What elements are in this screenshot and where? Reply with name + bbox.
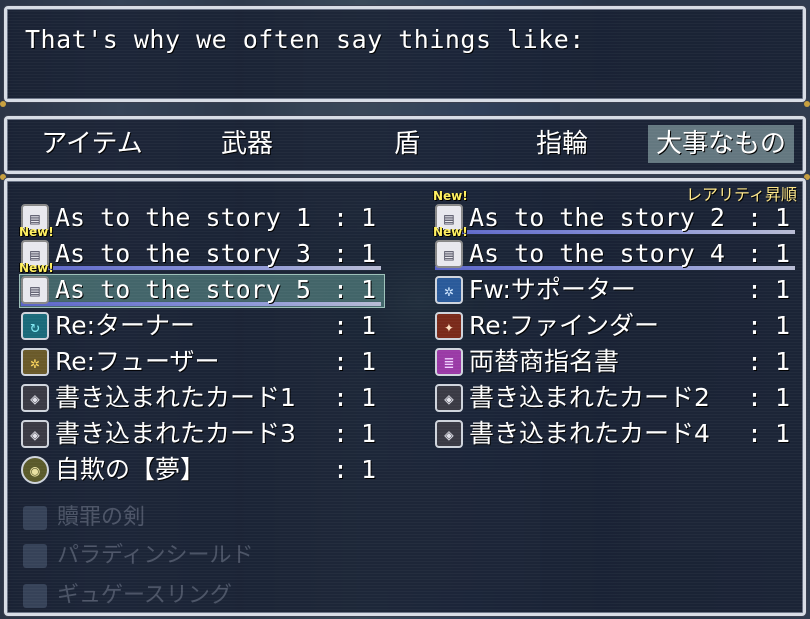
item-name: 書き込まれたカード3 [55,419,296,448]
item-name: Re:フューザー [55,347,220,376]
eye-icon: ◉ [21,456,49,484]
background-menu-entry: 贖罪の剣 [23,499,145,531]
card-icon: ◈ [435,420,463,448]
item-count: 1 [361,239,377,268]
list-item[interactable]: ≣ 両替商指名書:1 [435,345,803,379]
tab-ring[interactable]: 指輪 [497,125,627,163]
item-count: 1 [361,275,377,304]
item-name: 書き込まれたカード2 [469,383,710,412]
tab-shield[interactable]: 盾 [347,125,467,163]
item-count: 1 [361,347,377,376]
item-list-window: レアリティ昇順 ▤ As to the story 1:1 ▤ New! As to t… [4,178,806,616]
list-item[interactable]: ▤ New! As to the story 2:1 [433,189,803,235]
list-item[interactable]: ▤ New! As to the story 5:1 [19,261,389,308]
tab-weapon[interactable]: 武器 [182,125,312,163]
item-name: As to the story 3 [55,239,311,268]
list-item[interactable]: ↻ Re:ターナー:1 [21,309,389,343]
tab-item[interactable]: アイテム [17,125,167,163]
item-name: 両替商指名書 [469,347,620,376]
list-item[interactable]: ◈ 書き込まれたカード1:1 [21,381,389,415]
list-item[interactable]: ◈ 書き込まれたカード3:1 [21,417,389,451]
new-badge: New! [19,261,54,275]
item-count: 1 [361,455,377,484]
beast-icon: ✦ [435,312,463,340]
item-name: As to the story 4 [469,239,725,268]
count-separator: : [333,383,349,412]
list-item[interactable]: ▤ As to the story 1:1 [21,201,389,235]
item-name: 自欺の【夢】 [55,455,206,484]
item-count: 1 [361,419,377,448]
cycle-icon: ↻ [21,312,49,340]
scroll-icon: ≣ [435,348,463,376]
item-count: 1 [361,383,377,412]
count-separator: : [747,239,763,268]
card-icon: ◈ [21,384,49,412]
count-separator: : [333,455,349,484]
item-name: Re:ファインダー [469,311,660,340]
list-item[interactable]: ◈ 書き込まれたカード2:1 [435,381,803,415]
count-separator: : [747,275,763,304]
count-separator: : [333,203,349,232]
list-item[interactable]: ◉ 自欺の【夢】:1 [21,453,389,487]
new-badge: New! [433,225,468,239]
item-count: 1 [775,419,791,448]
count-separator: : [333,347,349,376]
count-separator: : [333,275,349,304]
tab-key-items[interactable]: 大事なもの [648,125,794,163]
count-separator: : [333,419,349,448]
item-count: 1 [361,203,377,232]
gear-gold-icon: ✲ [21,348,49,376]
message-text: That's why we often say things like: [25,25,585,54]
count-separator: : [747,347,763,376]
new-badge: New! [433,189,468,203]
book-icon: ▤ [435,240,463,268]
count-separator: : [333,239,349,268]
list-item[interactable]: ✲ Re:フューザー:1 [21,345,389,379]
item-count: 1 [775,239,791,268]
item-count: 1 [775,383,791,412]
count-separator: : [747,419,763,448]
category-window: アイテム 武器 盾 指輪 大事なもの [4,116,806,174]
item-name: As to the story 5 [55,275,311,304]
item-name: Re:ターナー [55,311,196,340]
item-count: 1 [775,347,791,376]
item-count: 1 [775,311,791,340]
item-count: 1 [361,311,377,340]
count-separator: : [747,383,763,412]
card-icon: ◈ [21,420,49,448]
item-count: 1 [775,275,791,304]
item-name: As to the story 2 [469,203,725,232]
card-icon: ◈ [435,384,463,412]
item-count: 1 [775,203,791,232]
item-name: Fw:サポーター [469,275,636,304]
message-window: That's why we often say things like: [4,6,806,102]
item-name: 書き込まれたカード1 [55,383,296,412]
list-item[interactable]: ◈ 書き込まれたカード4:1 [435,417,803,451]
item-name: As to the story 1 [55,203,311,232]
list-item[interactable]: ✲ Fw:サポーター:1 [435,273,803,307]
list-item[interactable]: ▤ New! As to the story 3:1 [19,225,389,271]
background-menu-entry: パラディンシールド [23,537,253,569]
background-menu-entry: ギュゲースリング [23,577,232,609]
gear-blue-icon: ✲ [435,276,463,304]
count-separator: : [747,203,763,232]
list-item[interactable]: ✦ Re:ファインダー:1 [435,309,803,343]
count-separator: : [333,311,349,340]
list-item[interactable]: ▤ New! As to the story 4:1 [433,225,803,271]
item-name: 書き込まれたカード4 [469,419,710,448]
new-badge: New! [19,225,54,239]
count-separator: : [747,311,763,340]
corner-ornament [804,101,810,107]
corner-ornament [0,101,6,107]
book-icon: ▤ [21,276,49,304]
